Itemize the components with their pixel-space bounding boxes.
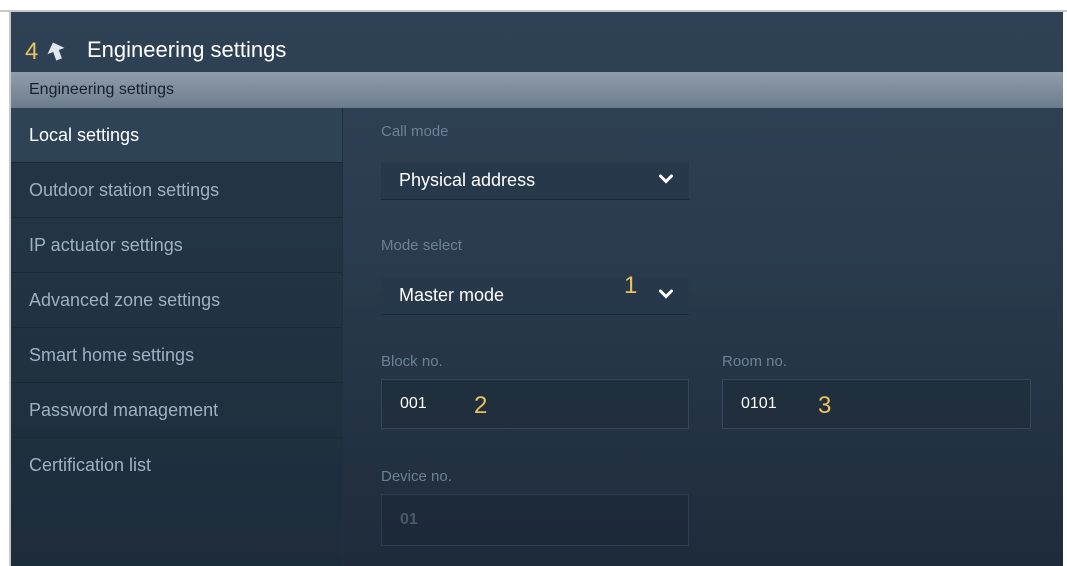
annotation-4: 4 (25, 38, 39, 65)
sidebar-item-smart-home-settings[interactable]: Smart home settings (11, 328, 342, 383)
sidebar-item-label: Outdoor station settings (29, 179, 220, 200)
annotation-1: 1 (624, 272, 638, 299)
room-no-input[interactable]: 0101 (722, 379, 1031, 429)
call-mode-value: Physical address (399, 170, 536, 190)
room-no-value: 0101 (741, 395, 777, 412)
section-header: Engineering settings (11, 72, 1063, 108)
annotation-3: 3 (818, 392, 832, 419)
annotation-2: 2 (474, 392, 488, 419)
mode-select-dropdown[interactable]: Master mode (381, 277, 689, 315)
sidebar-item-label: Local settings (29, 124, 140, 145)
sidebar-item-label: Smart home settings (29, 344, 195, 365)
block-no-value: 001 (400, 395, 427, 412)
room-no-label: Room no. (722, 353, 788, 370)
page-title: Engineering settings (87, 37, 287, 62)
device-screen: 4 Engineering settings Engineering setti… (11, 12, 1063, 566)
block-no-label: Block no. (381, 353, 443, 370)
sidebar-item-label: Password management (29, 399, 219, 420)
section-header-title: Engineering settings (29, 81, 174, 98)
sidebar-item-label: IP actuator settings (29, 234, 183, 255)
sidebar-item-outdoor-station-settings[interactable]: Outdoor station settings (11, 163, 342, 218)
chevron-down-icon (659, 174, 673, 184)
title-bar: 4 Engineering settings (11, 12, 1063, 72)
sidebar-item-advanced-zone-settings[interactable]: Advanced zone settings (11, 273, 342, 328)
device-no-value: 01 (400, 511, 418, 528)
mode-select-label: Mode select (381, 237, 462, 254)
sidebar-item-local-settings[interactable]: Local settings (11, 108, 342, 163)
device-no-input: 01 (381, 494, 689, 546)
sidebar: Local settings Outdoor station settings … (11, 108, 343, 566)
sidebar-item-label: Certification list (29, 455, 152, 475)
mode-select-value: Master mode (399, 285, 505, 305)
sidebar-item-label: Advanced zone settings (29, 289, 221, 310)
sidebar-item-password-management[interactable]: Password management (11, 383, 342, 438)
sidebar-item-ip-actuator-settings[interactable]: IP actuator settings (11, 218, 342, 273)
sidebar-item-certification-list[interactable]: Certification list (11, 438, 342, 493)
chevron-down-icon (659, 289, 673, 299)
call-mode-select[interactable]: Physical address (381, 162, 689, 200)
arrow-up-back-icon[interactable] (45, 40, 67, 62)
device-no-label: Device no. (381, 468, 452, 485)
call-mode-label: Call mode (381, 123, 449, 140)
block-no-input[interactable]: 001 (381, 379, 689, 429)
